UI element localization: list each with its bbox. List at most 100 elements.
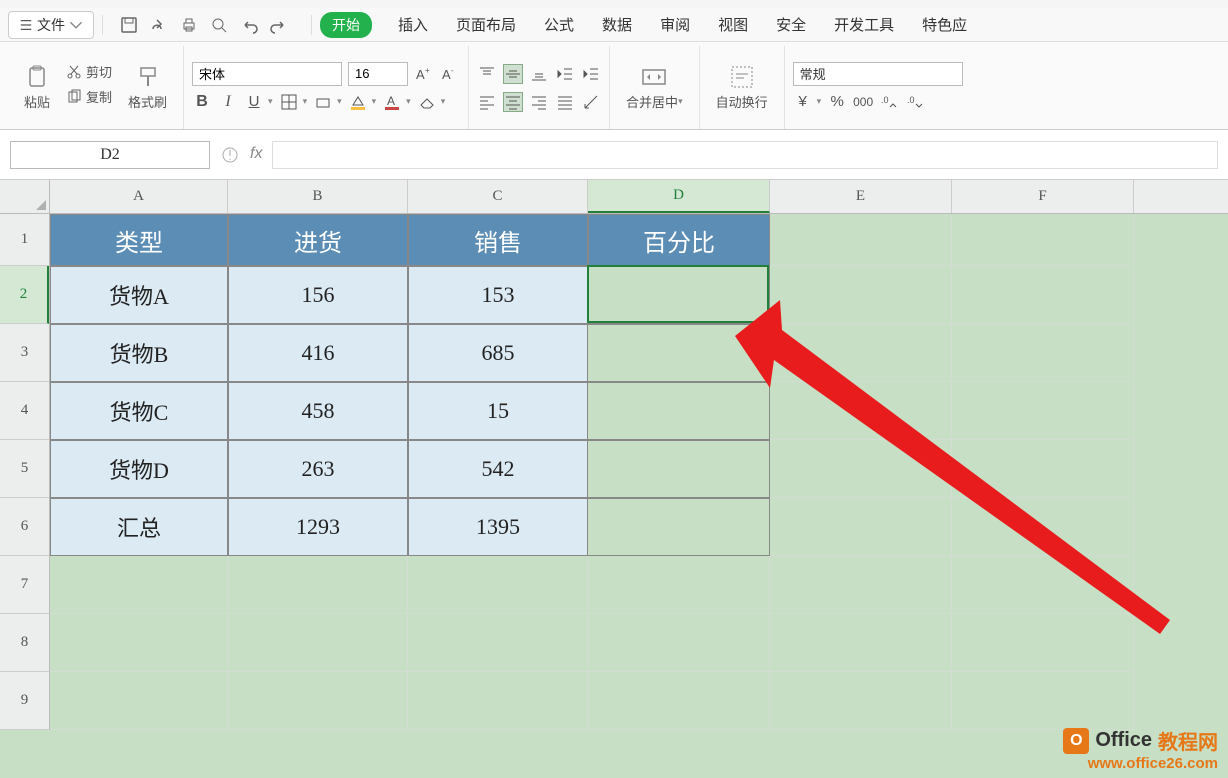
cell-label-3[interactable]: 货物D (50, 440, 228, 498)
cell-7-F[interactable] (952, 556, 1134, 614)
cell-3-F[interactable] (952, 324, 1134, 382)
tab-page-layout[interactable]: 页面布局 (454, 10, 518, 39)
decrease-decimal-icon[interactable]: .0 (905, 92, 925, 112)
cell-in-3[interactable]: 263 (228, 440, 408, 498)
merge-center-button[interactable]: 合并居中▾ (618, 60, 691, 115)
cell-9-E[interactable] (770, 672, 952, 730)
decrease-font-icon[interactable]: A- (440, 64, 460, 84)
decrease-indent-icon[interactable] (555, 64, 575, 84)
border-icon[interactable] (279, 92, 299, 112)
cell-1-E[interactable] (770, 214, 952, 266)
row-header-9[interactable]: 9 (0, 672, 49, 730)
cell-8-B[interactable] (228, 614, 408, 672)
cell-5-F[interactable] (952, 440, 1134, 498)
increase-decimal-icon[interactable]: .0 (879, 92, 899, 112)
tab-review[interactable]: 审阅 (658, 10, 692, 39)
font-size-select[interactable] (348, 62, 408, 86)
fx-cancel-icon[interactable] (220, 145, 240, 165)
table-header-3[interactable]: 百分比 (588, 214, 770, 266)
column-header-A[interactable]: A (50, 180, 228, 213)
row-header-2[interactable]: 2 (0, 266, 49, 324)
cell-4-E[interactable] (770, 382, 952, 440)
justify-icon[interactable] (555, 92, 575, 112)
cell-in-4[interactable]: 1293 (228, 498, 408, 556)
table-header-2[interactable]: 销售 (408, 214, 588, 266)
format-painter-button[interactable]: 格式刷 (120, 60, 175, 115)
tab-data[interactable]: 数据 (600, 10, 634, 39)
column-header-F[interactable]: F (952, 180, 1134, 213)
undo-icon[interactable] (239, 15, 259, 35)
bold-icon[interactable]: B (192, 92, 212, 112)
fill-color-icon[interactable] (348, 92, 368, 112)
cell-9-C[interactable] (408, 672, 588, 730)
cell-7-E[interactable] (770, 556, 952, 614)
cell-pct-4[interactable] (588, 498, 770, 556)
cell-9-B[interactable] (228, 672, 408, 730)
cell-pct-3[interactable] (588, 440, 770, 498)
select-all-corner[interactable] (0, 180, 50, 214)
align-top-icon[interactable] (477, 64, 497, 84)
column-header-C[interactable]: C (408, 180, 588, 213)
cell-2-F[interactable] (952, 266, 1134, 324)
cell-out-0[interactable]: 153 (408, 266, 588, 324)
cell-8-E[interactable] (770, 614, 952, 672)
save-as-icon[interactable] (149, 15, 169, 35)
cell-out-1[interactable]: 685 (408, 324, 588, 382)
cell-8-C[interactable] (408, 614, 588, 672)
cell-7-A[interactable] (50, 556, 228, 614)
tab-formula[interactable]: 公式 (542, 10, 576, 39)
name-box[interactable]: D2 (10, 141, 210, 169)
cell-pct-2[interactable] (588, 382, 770, 440)
number-format-select[interactable]: 常规 (793, 62, 963, 86)
print-preview-icon[interactable] (209, 15, 229, 35)
cut-button[interactable]: 剪切 (62, 60, 116, 83)
tab-special[interactable]: 特色应 (920, 10, 969, 39)
cell-out-2[interactable]: 15 (408, 382, 588, 440)
eraser-icon[interactable] (417, 92, 437, 112)
increase-indent-icon[interactable] (581, 64, 601, 84)
align-bottom-icon[interactable] (529, 64, 549, 84)
align-right-icon[interactable] (529, 92, 549, 112)
cell-5-E[interactable] (770, 440, 952, 498)
save-icon[interactable] (119, 15, 139, 35)
cell-in-2[interactable]: 458 (228, 382, 408, 440)
cell-9-F[interactable] (952, 672, 1134, 730)
cell-7-D[interactable] (588, 556, 770, 614)
row-header-7[interactable]: 7 (0, 556, 49, 614)
cell-8-A[interactable] (50, 614, 228, 672)
cell-8-D[interactable] (588, 614, 770, 672)
cell-9-A[interactable] (50, 672, 228, 730)
cell-in-0[interactable]: 156 (228, 266, 408, 324)
italic-icon[interactable]: I (218, 92, 238, 112)
cell-7-C[interactable] (408, 556, 588, 614)
cell-label-4[interactable]: 汇总 (50, 498, 228, 556)
cell-pct-0[interactable] (588, 266, 770, 324)
cell-label-1[interactable]: 货物B (50, 324, 228, 382)
file-menu-button[interactable]: 文件 (8, 11, 94, 39)
paste-button[interactable]: 粘贴 (16, 60, 58, 115)
column-header-E[interactable]: E (770, 180, 952, 213)
row-header-1[interactable]: 1 (0, 214, 49, 266)
font-name-select[interactable] (192, 62, 342, 86)
align-left-icon[interactable] (477, 92, 497, 112)
fx-icon[interactable]: fx (250, 145, 262, 165)
cell-6-E[interactable] (770, 498, 952, 556)
row-header-3[interactable]: 3 (0, 324, 49, 382)
print-icon[interactable] (179, 15, 199, 35)
cell-label-2[interactable]: 货物C (50, 382, 228, 440)
tab-view[interactable]: 视图 (716, 10, 750, 39)
cell-9-D[interactable] (588, 672, 770, 730)
cell-pct-1[interactable] (588, 324, 770, 382)
tab-home[interactable]: 开始 (320, 12, 372, 38)
tab-security[interactable]: 安全 (774, 10, 808, 39)
font-color-icon[interactable]: A (382, 92, 402, 112)
cell-grid[interactable]: 类型进货销售百分比货物A156153货物B416685货物C45815货物D26… (50, 214, 1134, 730)
fill-rect-icon[interactable] (313, 92, 333, 112)
align-center-icon[interactable] (503, 92, 523, 112)
cell-4-F[interactable] (952, 382, 1134, 440)
cell-1-F[interactable] (952, 214, 1134, 266)
cell-3-E[interactable] (770, 324, 952, 382)
column-header-B[interactable]: B (228, 180, 408, 213)
cell-7-B[interactable] (228, 556, 408, 614)
orientation-icon[interactable] (581, 92, 601, 112)
